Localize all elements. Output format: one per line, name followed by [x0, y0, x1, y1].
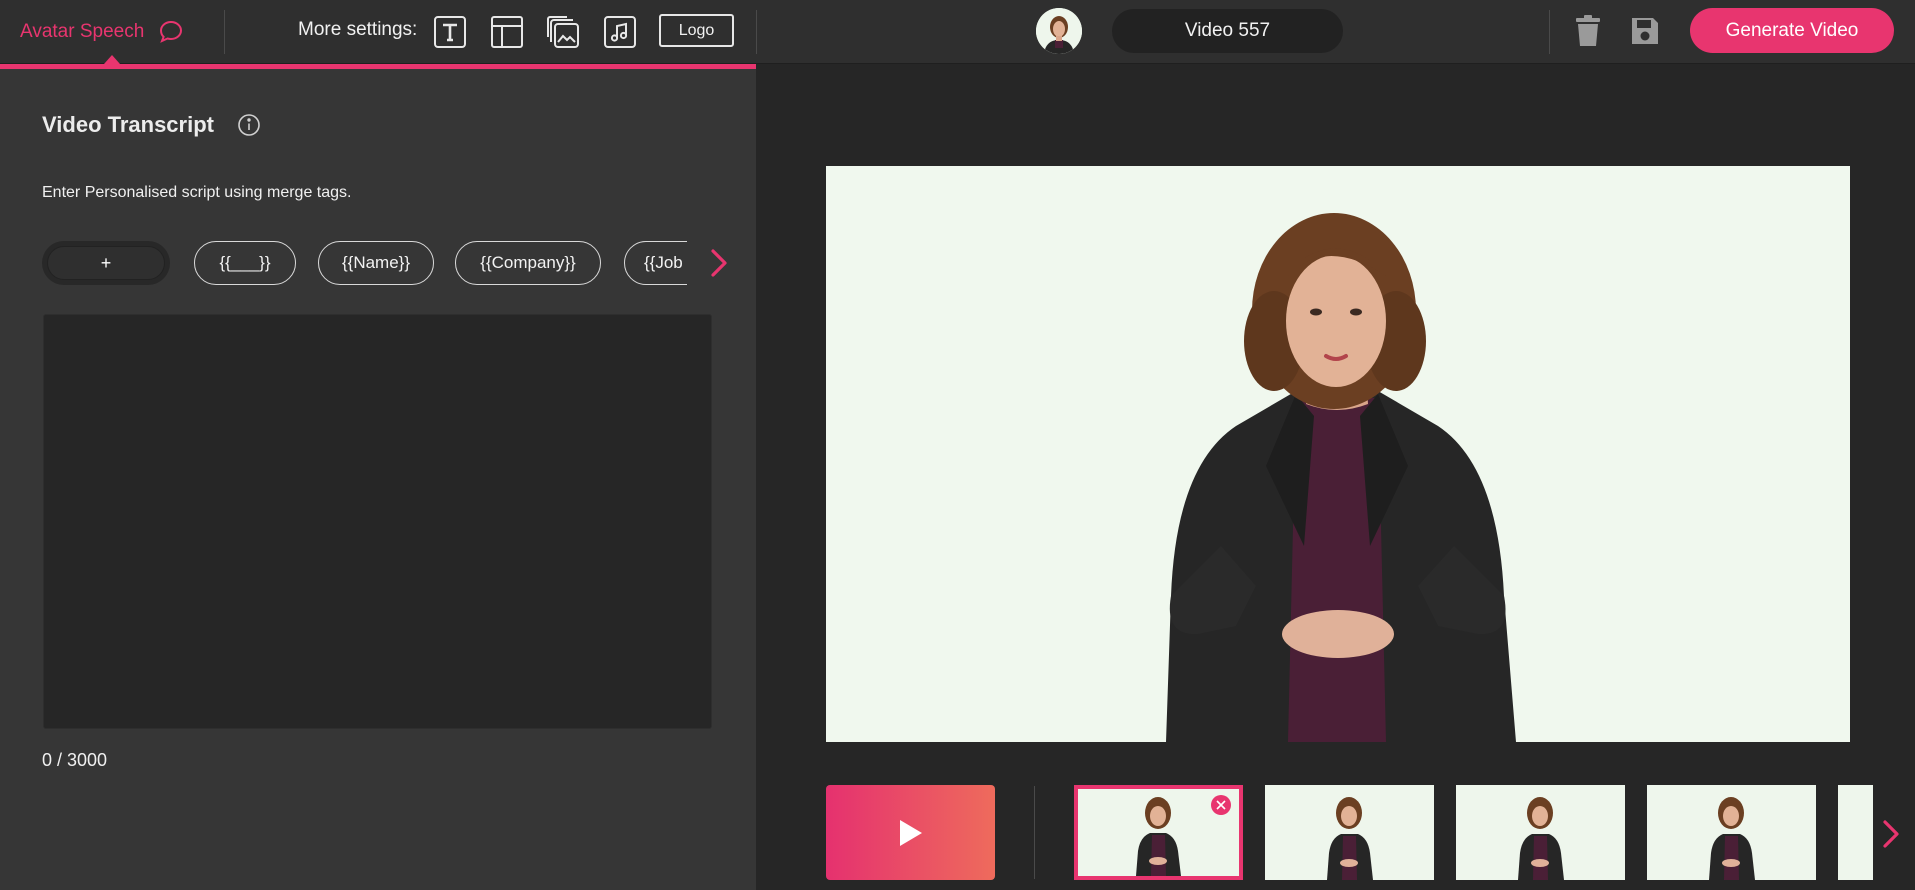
play-icon: [899, 819, 922, 846]
chat-bubble-icon: [160, 20, 183, 43]
strip-divider: [1034, 786, 1035, 879]
trash-icon[interactable]: [1573, 14, 1603, 48]
generate-video-button[interactable]: Generate Video: [1690, 8, 1894, 53]
scene-thumbnail-figure: [1518, 797, 1564, 880]
media-settings-button[interactable]: [545, 14, 581, 50]
scene-thumbnail-figure: [1327, 797, 1373, 880]
play-button[interactable]: [826, 785, 995, 880]
add-merge-tag-wrapper: +: [42, 241, 170, 285]
panel-title: Video Transcript: [42, 112, 214, 137]
chevron-right-icon[interactable]: [706, 244, 732, 282]
merge-tag-company[interactable]: {{Company}}: [455, 241, 601, 285]
merge-tag-blank[interactable]: {{___}}: [194, 241, 296, 285]
more-settings-label: More settings:: [298, 19, 418, 40]
toolbar-divider: [1549, 10, 1550, 54]
transcript-input[interactable]: [43, 314, 712, 729]
layout-settings-button[interactable]: [489, 14, 525, 50]
transcript-hint: Enter Personalised script using merge ta…: [42, 184, 352, 201]
scene-thumbnail-figure: [1709, 797, 1755, 880]
chevron-right-icon[interactable]: [1880, 816, 1902, 852]
scene-thumbnail-5[interactable]: [1838, 785, 1873, 880]
scene-thumbnail-3[interactable]: [1456, 785, 1625, 880]
merge-tag-job[interactable]: {{Job: [624, 241, 687, 285]
save-icon[interactable]: [1630, 16, 1660, 46]
media-icon: [547, 16, 579, 48]
logo-settings-button[interactable]: Logo: [659, 14, 734, 47]
presenter-figure: [826, 166, 1850, 742]
merge-tag-name[interactable]: {{Name}}: [318, 241, 434, 285]
music-settings-button[interactable]: [602, 14, 638, 50]
scene-thumbnail-2[interactable]: [1265, 785, 1434, 880]
avatar[interactable]: [1036, 8, 1082, 54]
tab-avatar-speech-label: Avatar Speech: [20, 21, 145, 42]
toolbar-divider: [756, 10, 757, 54]
layout-icon: [491, 16, 523, 48]
top-toolbar: Avatar Speech More settings: Logo Video …: [0, 0, 1915, 64]
text-icon: [434, 16, 466, 48]
video-preview[interactable]: [826, 166, 1850, 742]
scene-thumbnail-1[interactable]: [1074, 785, 1243, 880]
scene-thumbnail-4[interactable]: [1647, 785, 1816, 880]
music-note-icon: [604, 16, 636, 48]
active-tab-underline: [0, 64, 756, 69]
text-settings-button[interactable]: [432, 14, 468, 50]
add-merge-tag-button[interactable]: +: [47, 246, 165, 280]
transcript-panel: Video Transcript Enter Personalised scri…: [0, 64, 756, 890]
video-title[interactable]: Video 557: [1112, 9, 1343, 53]
info-icon[interactable]: [237, 113, 261, 137]
merge-tags-strip: {{___}} {{Name}} {{Company}} {{Job: [190, 240, 687, 286]
active-tab-caret: [104, 55, 120, 64]
close-icon[interactable]: [1211, 795, 1231, 815]
toolbar-divider: [224, 10, 225, 54]
character-counter: 0 / 3000: [42, 750, 108, 770]
avatar-portrait-icon: [1036, 8, 1082, 54]
